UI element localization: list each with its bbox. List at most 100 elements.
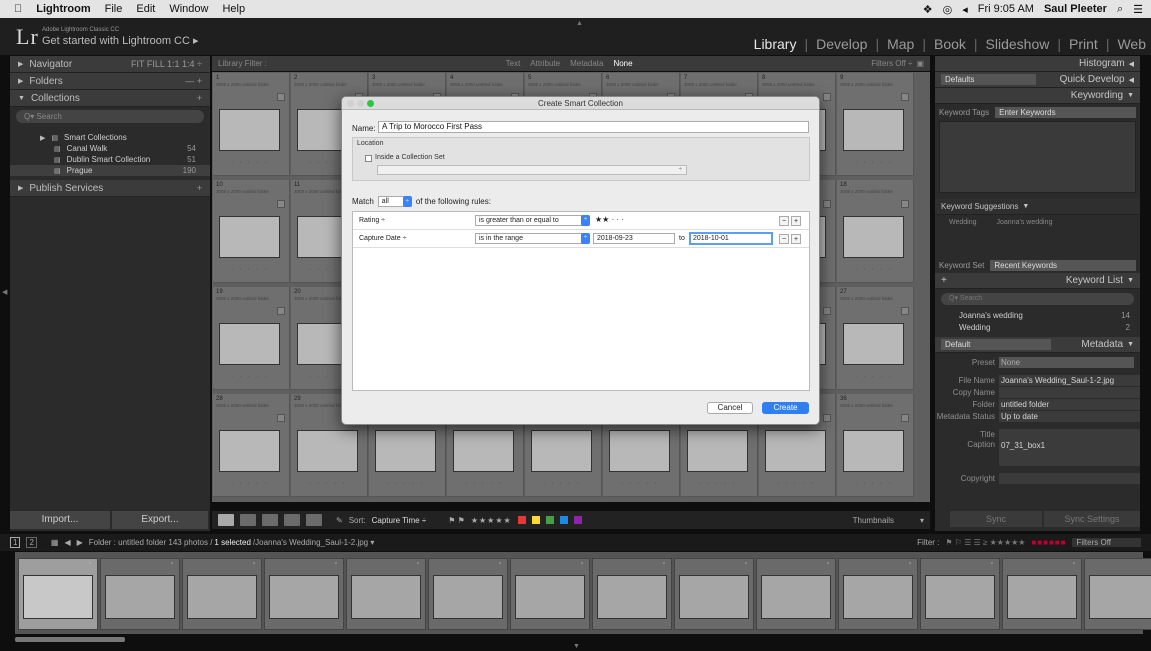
filter-attribute[interactable]: Attribute [530, 59, 560, 68]
filter-none[interactable]: None [613, 59, 632, 68]
painter-icon[interactable]: ✎ [336, 516, 343, 525]
cell-rating[interactable]: · · · · · [699, 480, 736, 487]
filmstrip-frame[interactable]: ▫ [838, 558, 918, 630]
caption-field[interactable]: 07_31_box1 [999, 440, 1140, 466]
dropbox-icon[interactable]: ❖ [923, 3, 933, 16]
filmstrip-frame[interactable]: ▫ [920, 558, 1000, 630]
publish-services-header[interactable]: ▶ Publish Services + [10, 180, 210, 197]
filmstrip-thumbnail[interactable] [679, 575, 749, 619]
badge-icon[interactable] [901, 414, 909, 422]
export-button[interactable]: Export... [112, 511, 208, 529]
menu-edit[interactable]: Edit [136, 3, 155, 15]
rule-operator-select[interactable]: is greater than or equal to [475, 215, 589, 226]
add-keyword-icon[interactable]: + [941, 275, 947, 286]
collection-canal-walk[interactable]: ▤ Canal Walk 54 [10, 143, 210, 154]
badge-icon[interactable] [277, 200, 285, 208]
filmstrip-scrollbar[interactable] [15, 637, 125, 642]
badge-icon[interactable] [823, 414, 831, 422]
top-chevron-icon[interactable]: ▲ [576, 20, 583, 27]
rule-field-select[interactable]: Rating ÷ [359, 217, 385, 224]
collections-header[interactable]: ▼ Collections + [10, 90, 210, 107]
photo-thumbnail[interactable] [609, 430, 670, 472]
filter-text[interactable]: Text [506, 59, 521, 68]
collection-set-select[interactable]: ÷ [377, 165, 687, 175]
grid-cell[interactable]: 9 3008 x 2000 untitled folder · · · · · [837, 73, 914, 176]
photo-thumbnail[interactable] [687, 430, 748, 472]
keyword-wedding[interactable]: Wedding 2 [935, 321, 1140, 333]
module-print[interactable]: Print [1069, 36, 1098, 52]
photo-thumbnail[interactable] [219, 323, 280, 365]
filters-off-select[interactable]: Filters Off ÷ [871, 59, 912, 68]
remove-rule-button[interactable]: − [779, 234, 789, 244]
photo-thumbnail[interactable] [843, 323, 904, 365]
module-map[interactable]: Map [887, 36, 914, 52]
page-1-button[interactable]: 1 [10, 537, 21, 548]
photo-thumbnail[interactable] [531, 430, 592, 472]
defaults-select[interactable]: Defaults [941, 74, 1036, 85]
collection-dublin[interactable]: ▤ Dublin Smart Collection 51 [10, 154, 210, 165]
color-label-blue[interactable] [559, 516, 568, 524]
filmstrip-thumbnail[interactable] [925, 575, 995, 619]
filmstrip-frame[interactable]: ▫ [674, 558, 754, 630]
add-rule-button[interactable]: + [791, 234, 801, 244]
grid-view-icon[interactable] [218, 514, 234, 526]
grid-icon[interactable]: ▦ [51, 538, 59, 547]
badge-icon[interactable] [901, 307, 909, 315]
chevron-down-icon[interactable]: ▾ [920, 516, 924, 525]
cell-rating[interactable]: · · · · · [465, 480, 502, 487]
date-to-input[interactable]: 2018-10-01 [689, 232, 773, 245]
module-web[interactable]: Web [1117, 36, 1146, 52]
keyword-suggestions-header[interactable]: Keyword Suggestions ▼ [935, 199, 1140, 215]
rule-rating-stars[interactable]: ★★ · · · [595, 215, 624, 224]
preset-select[interactable]: None [999, 356, 1134, 368]
filmstrip-frame[interactable]: ▫ [592, 558, 672, 630]
add-rule-button[interactable]: + [791, 216, 801, 226]
keyword-set-select[interactable]: Recent Keywords [990, 260, 1136, 271]
chevron-updown-icon[interactable]: ÷ [402, 196, 412, 207]
user-name[interactable]: Saul Pleeter [1044, 3, 1107, 15]
metadata-header[interactable]: Default Metadata ▼ [935, 337, 1140, 353]
menu-file[interactable]: File [105, 3, 123, 15]
badge-icon[interactable] [901, 200, 909, 208]
filmstrip-thumbnail[interactable] [105, 575, 175, 619]
cancel-button[interactable]: Cancel [707, 402, 753, 414]
photo-thumbnail[interactable] [453, 430, 514, 472]
clock[interactable]: Fri 9:05 AM [978, 3, 1034, 15]
wifi-icon[interactable]: ◎ [943, 3, 953, 16]
badge-icon[interactable] [823, 200, 831, 208]
page-2-button[interactable]: 2 [26, 537, 37, 548]
match-select[interactable]: all [377, 196, 405, 207]
survey-view-icon[interactable] [284, 514, 300, 526]
filmstrip-frame[interactable]: ▫ [1084, 558, 1151, 630]
import-button[interactable]: Import... [10, 511, 110, 529]
copyright-field[interactable] [999, 472, 1140, 484]
badge-icon[interactable] [277, 414, 285, 422]
flag-icon[interactable]: ⚑ ⚑ [448, 516, 465, 525]
color-label-purple[interactable] [573, 516, 582, 524]
collection-smart-collections[interactable]: ▶ ▤ Smart Collections [10, 132, 210, 143]
filter-flags[interactable]: ⚑ ⚐ ☰ ☰ ≥ ★★★★★ [945, 538, 1025, 547]
grid-cell[interactable]: 1 3008 x 2000 untitled folder · · · · · [213, 73, 290, 176]
cell-rating[interactable]: · · · · · [387, 480, 424, 487]
collections-add-icon[interactable]: + [197, 93, 202, 103]
publish-add-icon[interactable]: + [197, 183, 202, 193]
grid-cell[interactable]: 27 3008 x 2000 untitled folder · · · · · [837, 287, 914, 390]
minimize-icon[interactable] [357, 100, 364, 107]
grid-cell[interactable]: 18 3008 x 2000 untitled folder · · · · · [837, 180, 914, 283]
filmstrip-frame[interactable]: ▫ [1002, 558, 1082, 630]
suggestion-wedding[interactable]: Wedding [949, 219, 977, 226]
photo-thumbnail[interactable] [843, 430, 904, 472]
rule-field-select[interactable]: Capture Date ÷ [359, 235, 406, 242]
color-label-yellow[interactable] [531, 516, 540, 524]
module-develop[interactable]: Develop [816, 36, 867, 52]
volume-icon[interactable]: ◂ [962, 3, 968, 16]
filmstrip-frame[interactable]: ▫ [264, 558, 344, 630]
people-view-icon[interactable] [306, 514, 322, 526]
cell-rating[interactable]: · · · · · [309, 480, 346, 487]
module-library[interactable]: Library [754, 36, 797, 52]
photo-thumbnail[interactable] [219, 430, 280, 472]
star-rating[interactable]: ★★★★★ [471, 516, 512, 525]
meta-value[interactable] [999, 386, 1140, 398]
folders-header[interactable]: ▶ Folders — + [10, 73, 210, 90]
filmstrip-thumbnail[interactable] [187, 575, 257, 619]
